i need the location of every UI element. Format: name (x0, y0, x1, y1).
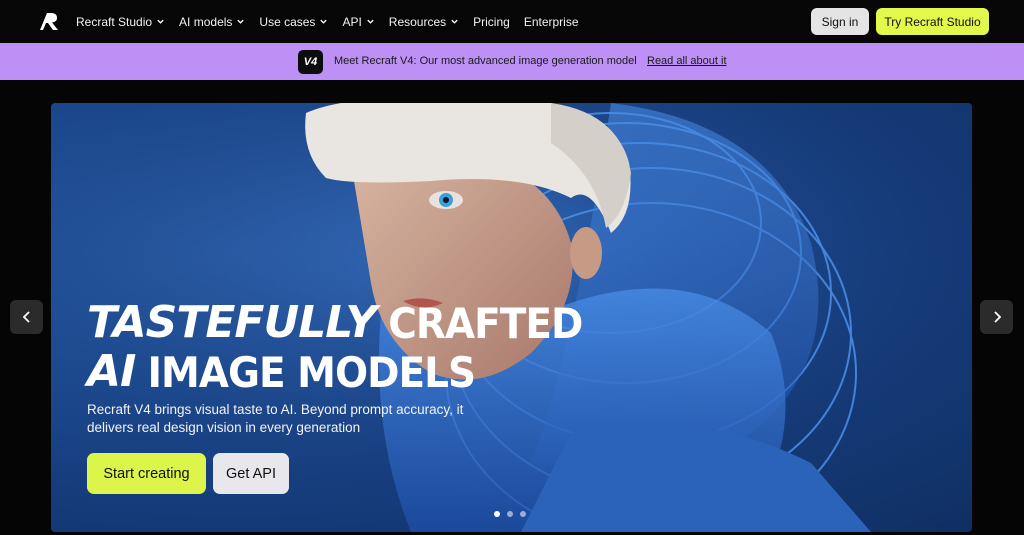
chevron-down-icon (451, 19, 458, 24)
headline-italic-word: AI (87, 346, 136, 397)
carousel-dot-2[interactable] (507, 511, 513, 517)
nav-item-label: Recraft Studio (76, 14, 153, 29)
nav-item-label: Resources (388, 14, 447, 29)
headline-line-2: AI IMAGE MODELS (87, 346, 582, 398)
headline-normal-word: IMAGE MODELS (147, 349, 476, 398)
try-recraft-studio-button[interactable]: Try Recraft Studio (876, 8, 989, 35)
sign-in-button[interactable]: Sign in (811, 8, 869, 35)
recraft-logo-icon[interactable] (38, 11, 60, 31)
chevron-left-icon (22, 311, 30, 323)
nav-item-recraft-studio[interactable]: Recraft Studio (76, 15, 165, 29)
carousel-next-button[interactable] (980, 300, 1013, 334)
hero-headline: TASTEFULLY CRAFTED AI IMAGE MODELS (87, 297, 583, 398)
chevron-right-icon (993, 311, 1001, 323)
carousel-dot-1[interactable] (494, 511, 500, 517)
nav-item-label: API (342, 14, 362, 29)
banner-text: Meet Recraft V4: Our most advanced image… (334, 55, 637, 67)
announcement-banner: V4 Meet Recraft V4: Our most advanced im… (0, 43, 1024, 80)
headline-italic-word: TASTEFULLY (87, 297, 377, 348)
nav-item-api[interactable]: API (342, 15, 374, 29)
carousel-pagination (494, 511, 526, 517)
headline-normal-word: CRAFTED (388, 300, 583, 349)
main-menu: Recraft Studio AI models Use cases API R… (76, 0, 593, 43)
start-creating-button[interactable]: Start creating (87, 453, 206, 494)
nav-item-enterprise[interactable]: Enterprise (524, 15, 579, 29)
nav-item-label: AI models (179, 14, 233, 29)
v4-badge: V4 (298, 50, 323, 74)
chevron-down-icon (157, 19, 164, 24)
nav-item-pricing[interactable]: Pricing (473, 15, 510, 29)
read-all-about-it-link[interactable]: Read all about it (647, 55, 727, 67)
chevron-down-icon (237, 19, 245, 24)
nav-item-label: Use cases (259, 14, 316, 29)
headline-line-1: TASTEFULLY CRAFTED (87, 297, 583, 349)
nav-item-label: Pricing (473, 14, 510, 29)
chevron-down-icon (320, 19, 328, 24)
get-api-button[interactable]: Get API (213, 453, 289, 494)
nav-item-use-cases[interactable]: Use cases (259, 15, 328, 29)
hero-subtitle: Recraft V4 brings visual taste to AI. Be… (87, 402, 464, 435)
nav-item-resources[interactable]: Resources (389, 15, 459, 29)
nav-item-label: Enterprise (523, 14, 579, 29)
carousel-previous-button[interactable] (10, 300, 43, 334)
chevron-down-icon (367, 19, 374, 24)
nav-item-ai-models[interactable]: AI models (179, 15, 245, 29)
hero-carousel-slide: TASTEFULLY CRAFTED AI IMAGE MODELS Recra… (51, 103, 972, 532)
carousel-dot-3[interactable] (520, 511, 526, 517)
top-navigation: Recraft Studio AI models Use cases API R… (0, 0, 1024, 43)
